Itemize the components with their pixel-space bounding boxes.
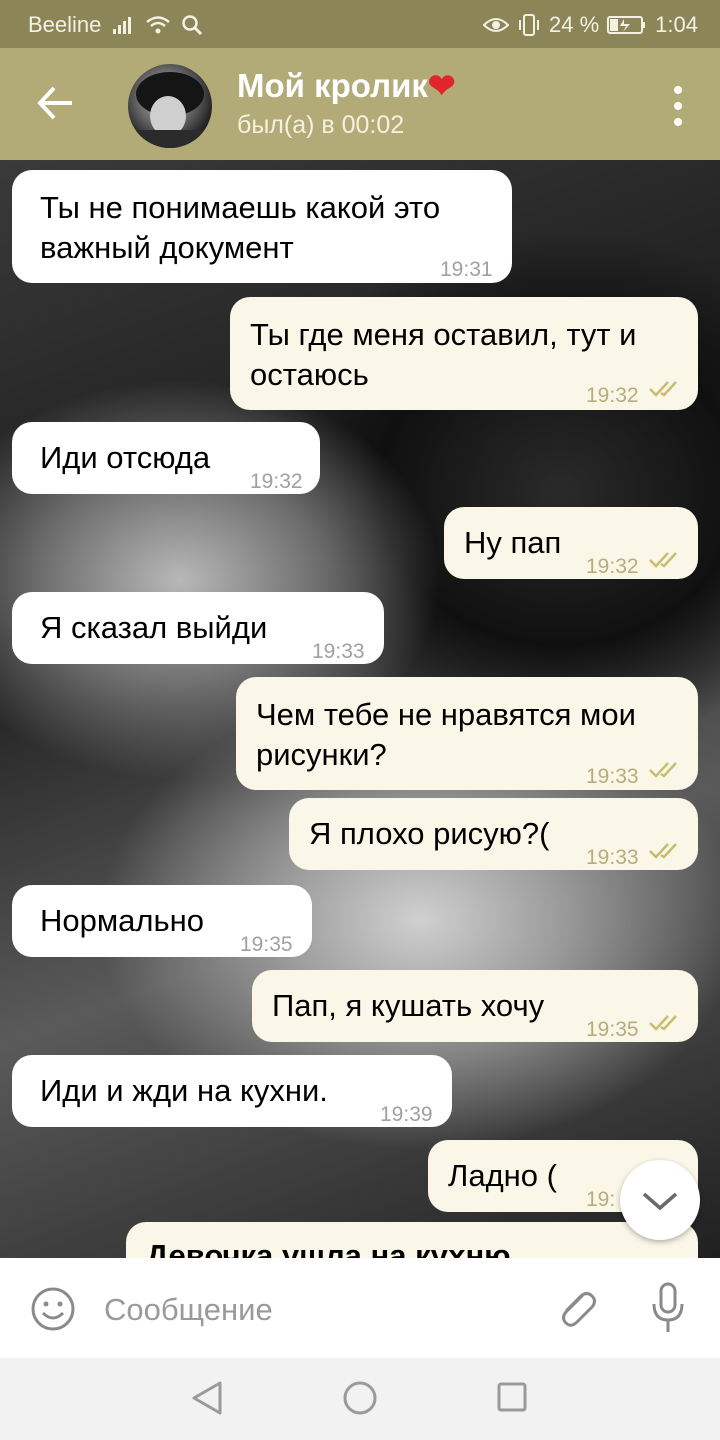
message-time: 19:33 — [586, 765, 639, 788]
battery-percent: 24 % — [549, 12, 600, 37]
message-line: Девочка ушла на кухню — [146, 1238, 511, 1258]
message-text: Нормально — [40, 901, 204, 941]
message-text: Ну пап — [464, 523, 561, 563]
heart-emoji: ❤ — [427, 67, 456, 104]
scroll-to-bottom-button[interactable] — [620, 1160, 700, 1240]
message-line: Чем тебе не нравятся мои — [256, 697, 636, 732]
search-icon — [182, 15, 203, 36]
chevron-down-icon — [642, 1192, 678, 1211]
chat-title[interactable]: Мой кролик❤ — [237, 66, 456, 105]
message-line: рисунки? — [256, 737, 387, 772]
chat-title-text: Мой кролик — [237, 67, 428, 104]
message-text: Иди отсюда — [40, 438, 210, 478]
message-bubble[interactable]: Девочка ушла на кухню — [126, 1222, 698, 1258]
message-line: важный документ — [40, 230, 294, 265]
message-time: 19: — [586, 1188, 616, 1211]
message-text: Иди и жди на кухни. — [40, 1071, 328, 1111]
message-input-bar — [0, 1258, 720, 1358]
message-time: 19:39 — [380, 1103, 433, 1126]
message-input[interactable] — [104, 1288, 524, 1332]
carrier-label: Beeline — [28, 12, 102, 37]
message-time: 19:32 — [586, 384, 639, 407]
message-line: остаюсь — [250, 357, 369, 392]
more-vertical-icon[interactable] — [666, 84, 690, 128]
emoji-icon[interactable] — [30, 1286, 76, 1332]
double-check-icon — [649, 843, 677, 859]
avatar[interactable] — [128, 64, 212, 148]
double-check-icon — [649, 1015, 677, 1031]
message-line: Ты где меня оставил, тут и — [250, 317, 637, 352]
message-bubble[interactable]: Чем тебе не нравятся мои рисунки? 19:33 — [236, 677, 698, 790]
chat-header: Мой кролик❤ был(а) в 00:02 — [0, 48, 720, 160]
message-time: 19:33 — [586, 846, 639, 869]
message-text: Пап, я кушать хочу — [272, 986, 544, 1026]
nav-recent-apps-icon[interactable] — [497, 1382, 527, 1412]
wifi-icon — [146, 16, 171, 34]
message-line: Нормально — [40, 903, 205, 938]
message-bubble[interactable]: Иди отсюда 19:32 — [12, 422, 320, 494]
message-line: Иди и жди на кухни. — [40, 1073, 328, 1108]
message-time: 19:33 — [312, 640, 365, 663]
message-text: Девочка ушла на кухню — [146, 1236, 511, 1258]
message-line: Ну пап — [464, 525, 562, 560]
message-text: Ты где меня оставил, тут и остаюсь — [250, 315, 637, 395]
message-time: 19:35 — [240, 933, 293, 956]
microphone-icon[interactable] — [650, 1282, 686, 1334]
nav-home-icon[interactable] — [342, 1380, 378, 1416]
system-navigation-bar — [0, 1358, 720, 1440]
message-text: Я сказал выйди — [40, 608, 267, 648]
message-bubble[interactable]: Иди и жди на кухни. 19:39 — [12, 1055, 452, 1127]
clock: 1:04 — [655, 12, 698, 37]
status-bar: Beeline 24 % 1:04 — [0, 0, 720, 48]
message-line: Ты не понимаешь какой это — [40, 190, 441, 225]
message-bubble[interactable]: Ты где меня оставил, тут и остаюсь 19:32 — [230, 297, 698, 410]
message-line: Я плохо рисую?( — [309, 816, 550, 851]
message-text: Чем тебе не нравятся мои рисунки? — [256, 695, 636, 775]
message-text: Я плохо рисую?( — [309, 814, 550, 854]
eye-icon — [483, 18, 510, 32]
message-text: Ладно ( — [448, 1156, 557, 1196]
message-bubble[interactable]: Ну пап 19:32 — [444, 507, 698, 579]
avatar-photo — [128, 72, 212, 148]
message-bubble[interactable]: Я плохо рисую?( 19:33 — [289, 798, 698, 870]
message-bubble[interactable]: Нормально 19:35 — [12, 885, 312, 957]
message-line: Иди отсюда — [40, 440, 211, 475]
message-text: Ты не понимаешь какой это важный докумен… — [40, 188, 440, 268]
message-time: 19:35 — [586, 1018, 639, 1041]
message-time: 19:32 — [250, 470, 303, 493]
last-seen-status: был(а) в 00:02 — [237, 111, 405, 139]
message-bubble[interactable]: Я сказал выйди 19:33 — [12, 592, 384, 664]
arrow-left-icon[interactable] — [30, 78, 80, 128]
paperclip-icon[interactable] — [552, 1284, 600, 1332]
battery-charging-icon — [607, 16, 646, 34]
message-line: Ладно ( — [448, 1158, 557, 1193]
message-bubble[interactable]: Ты не понимаешь какой это важный докумен… — [12, 170, 512, 283]
message-time: 19:31 — [440, 258, 493, 281]
nav-back-icon[interactable] — [190, 1380, 224, 1416]
message-line: Я сказал выйди — [40, 610, 268, 645]
message-line: Пап, я кушать хочу — [272, 988, 545, 1023]
vibrate-icon — [519, 14, 540, 36]
double-check-icon — [649, 381, 677, 397]
signal-icon — [113, 17, 132, 34]
double-check-icon — [649, 552, 677, 568]
double-check-icon — [649, 762, 677, 778]
message-time: 19:32 — [586, 555, 639, 578]
message-list[interactable]: Ты не понимаешь какой это важный докумен… — [0, 160, 720, 1258]
message-bubble[interactable]: Пап, я кушать хочу 19:35 — [252, 970, 698, 1042]
